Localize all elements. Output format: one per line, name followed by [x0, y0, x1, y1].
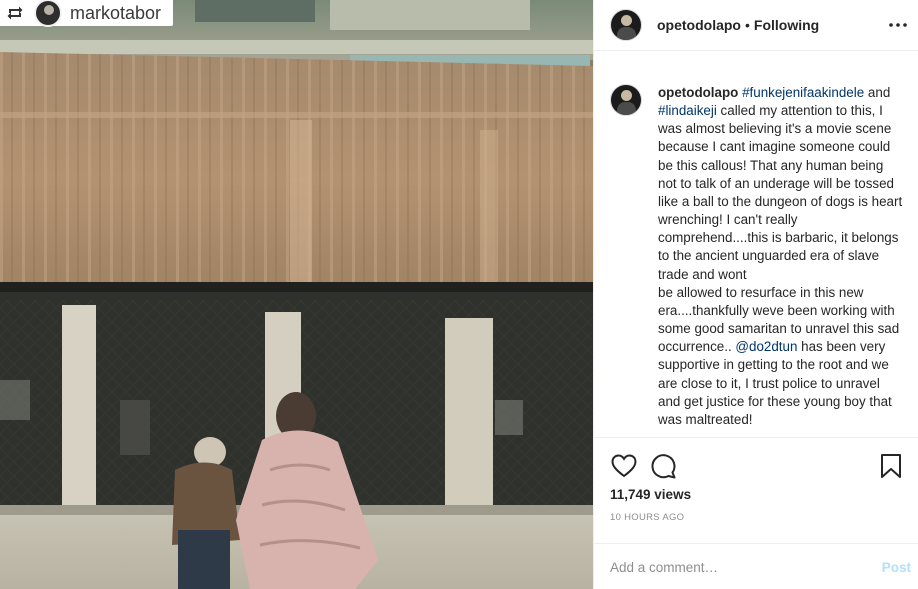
post-media[interactable]: markotabor	[0, 0, 593, 589]
bookmark-icon[interactable]	[877, 452, 905, 480]
post-sidebar: opetodolapo • Following opetodolapo #fun…	[593, 0, 918, 589]
caption-joiner: and	[867, 85, 891, 100]
caption-author-avatar[interactable]	[610, 84, 642, 116]
caption-body: called my attention to this, I was almos…	[658, 103, 903, 282]
video-frame[interactable]	[0, 0, 593, 589]
post-comment-button[interactable]: Post	[882, 560, 911, 575]
views-count[interactable]: 11,749 views	[610, 487, 691, 502]
more-options-icon[interactable]	[887, 14, 909, 36]
comment-form: Post	[594, 543, 918, 589]
hashtag-link[interactable]: #funkejenifaakindele	[742, 85, 864, 100]
action-bar	[610, 452, 903, 480]
heart-icon[interactable]	[610, 452, 638, 480]
hashtag-link[interactable]: #lindaikeji	[658, 103, 717, 118]
following-button[interactable]: Following	[754, 17, 819, 33]
mention-link[interactable]: @do2dtun	[735, 339, 797, 354]
repost-icon	[4, 2, 26, 24]
comments-section[interactable]: opetodolapo #funkejenifaakindele and #li…	[594, 51, 918, 437]
reposted-user-avatar[interactable]	[34, 0, 62, 27]
author-avatar[interactable]	[610, 9, 642, 41]
caption-username[interactable]: opetodolapo	[658, 85, 738, 100]
reposted-username[interactable]: markotabor	[70, 3, 161, 24]
separator-dot: •	[745, 17, 750, 33]
author-username[interactable]: opetodolapo	[657, 17, 741, 33]
repost-tag[interactable]: markotabor	[0, 0, 174, 27]
post-actions: 11,749 views 10 HOURS AGO Post	[594, 437, 918, 589]
post-caption: opetodolapo #funkejenifaakindele and #li…	[610, 84, 903, 429]
post-timestamp[interactable]: 10 HOURS AGO	[610, 512, 684, 523]
post-header: opetodolapo • Following	[594, 0, 918, 51]
speech-bubble-icon[interactable]	[650, 452, 678, 480]
comment-input[interactable]	[610, 559, 882, 575]
caption-text: opetodolapo #funkejenifaakindele and #li…	[658, 84, 903, 429]
